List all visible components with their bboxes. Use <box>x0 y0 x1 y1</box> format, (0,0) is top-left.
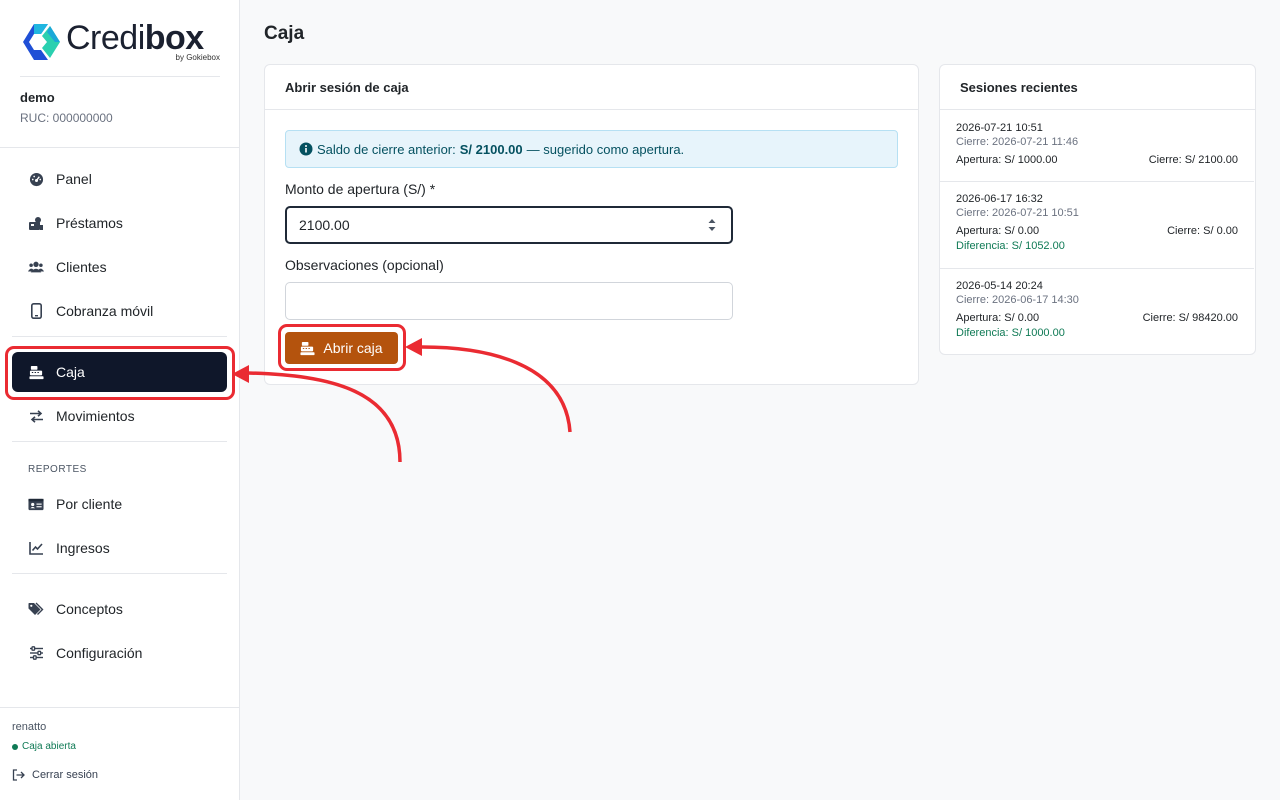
chart-line-icon <box>28 540 44 556</box>
recent-sessions-header: Sesiones recientes <box>940 65 1255 110</box>
session-opening: Apertura: S/ 0.00 <box>956 225 1040 237</box>
credibox-logo-icon <box>23 24 60 60</box>
highlight-box-caja <box>5 346 235 400</box>
divider <box>12 441 227 442</box>
info-prefix: Saldo de cierre anterior: <box>317 141 456 157</box>
page-title: Caja <box>264 23 305 44</box>
session-amounts: Apertura: S/ 1000.00 Cierre: S/ 2100.00 <box>956 154 1238 166</box>
session-difference: Diferencia: S/ 1052.00 <box>956 240 1065 252</box>
info-circle-icon <box>299 142 313 156</box>
session-amounts: Apertura: S/ 0.00 Cierre: S/ 98420.00 <box>956 312 1238 324</box>
nav-item-configuracion[interactable]: Configuración <box>12 633 227 673</box>
notes-label: Observaciones (opcional) <box>285 257 444 273</box>
users-icon <box>28 259 44 275</box>
session-date: 2026-05-14 20:24 <box>956 280 1043 292</box>
brand-subtitle: by Gokiebox <box>175 53 220 62</box>
nav-item-movimientos[interactable]: Movimientos <box>12 396 227 436</box>
session-item: 2026-05-14 20:24 Cierre: 2026-06-17 14:3… <box>940 280 1254 339</box>
loans-icon <box>28 215 44 231</box>
nav-item-panel[interactable]: Panel <box>12 159 227 199</box>
number-spinner-icon[interactable] <box>707 216 717 234</box>
id-card-icon <box>28 496 44 512</box>
logout-icon <box>12 769 25 781</box>
logout-label: Cerrar sesión <box>32 769 99 781</box>
session-date: 2026-07-21 10:51 <box>956 122 1043 134</box>
nav-label: Panel <box>56 171 92 187</box>
nav-label: Por cliente <box>56 496 123 512</box>
amount-label: Monto de apertura (S/) * <box>285 181 436 197</box>
brand-name: Credibox <box>66 19 204 57</box>
session-item: 2026-06-17 16:32 Cierre: 2026-07-21 10:5… <box>940 193 1254 252</box>
tags-icon <box>28 601 44 617</box>
cash-status-badge: Caja abierta <box>12 741 76 752</box>
info-alert: Saldo de cierre anterior: S/ 2100.00 — s… <box>285 130 898 168</box>
session-close-date: Cierre: 2026-07-21 10:51 <box>956 207 1079 219</box>
recent-sessions-card: Sesiones recientes 2026-07-21 10:51 Cier… <box>939 64 1256 355</box>
nav-item-conceptos[interactable]: Conceptos <box>12 589 227 629</box>
divider <box>12 573 227 574</box>
notes-input[interactable] <box>285 282 733 320</box>
session-item: 2026-07-21 10:51 Cierre: 2026-07-21 11:4… <box>940 122 1254 166</box>
session-amounts: Apertura: S/ 0.00 Cierre: S/ 0.00 <box>956 225 1238 237</box>
opening-amount-input[interactable]: 2100.00 <box>285 206 733 244</box>
mobile-icon <box>28 303 44 319</box>
nav-label: Cobranza móvil <box>56 303 154 319</box>
section-label-reportes: REPORTES <box>28 464 87 475</box>
divider <box>940 268 1254 269</box>
nav-item-por-cliente[interactable]: Por cliente <box>12 484 227 524</box>
session-close-date: Cierre: 2026-06-17 14:30 <box>956 294 1079 306</box>
sidebar: Credibox by Gokiebox demo RUC: 000000000… <box>0 0 240 800</box>
tenant-ruc: RUC: 000000000 <box>20 111 113 125</box>
divider <box>0 147 239 148</box>
nav-label: Movimientos <box>56 408 135 424</box>
nav-label: Ingresos <box>56 540 110 556</box>
logout-link[interactable]: Cerrar sesión <box>12 769 98 781</box>
arrow-to-caja <box>247 371 402 463</box>
cash-status-label: Caja abierta <box>22 741 76 752</box>
highlight-box-open-button <box>278 324 406 371</box>
divider <box>20 76 220 77</box>
nav-item-clientes[interactable]: Clientes <box>12 247 227 287</box>
session-difference: Diferencia: S/ 1000.00 <box>956 327 1065 339</box>
session-closing: Cierre: S/ 2100.00 <box>1148 154 1238 166</box>
tenant-info: demo RUC: 000000000 <box>20 90 113 125</box>
session-closing: Cierre: S/ 98420.00 <box>1142 312 1238 324</box>
current-user: renatto <box>12 721 47 733</box>
dashboard-icon <box>28 171 44 187</box>
nav-item-ingresos[interactable]: Ingresos <box>12 528 227 568</box>
divider <box>940 181 1254 182</box>
session-date: 2026-06-17 16:32 <box>956 193 1043 205</box>
status-dot-icon <box>12 743 18 750</box>
nav-label: Conceptos <box>56 601 123 617</box>
nav-item-prestamos[interactable]: Préstamos <box>12 203 227 243</box>
nav-label: Clientes <box>56 259 107 275</box>
info-amount: S/ 2100.00 <box>459 141 523 157</box>
nav-label: Configuración <box>56 645 143 661</box>
tenant-name: demo <box>20 90 55 105</box>
sliders-icon <box>28 645 44 661</box>
opening-amount-value: 2100.00 <box>299 217 350 233</box>
transfer-icon <box>28 408 44 424</box>
session-close-date: Cierre: 2026-07-21 11:46 <box>956 136 1079 148</box>
divider <box>0 707 239 708</box>
info-suffix: — sugerido como apertura. <box>526 141 685 157</box>
session-opening: Apertura: S/ 0.00 <box>956 312 1040 324</box>
open-session-header: Abrir sesión de caja <box>265 65 918 110</box>
session-closing: Cierre: S/ 0.00 <box>1167 225 1238 237</box>
nav-item-cobranza-movil[interactable]: Cobranza móvil <box>12 291 227 331</box>
nav-label: Préstamos <box>56 215 123 231</box>
brand-logo[interactable]: Credibox by Gokiebox <box>18 18 222 66</box>
session-opening: Apertura: S/ 1000.00 <box>956 154 1058 166</box>
divider <box>12 336 227 337</box>
